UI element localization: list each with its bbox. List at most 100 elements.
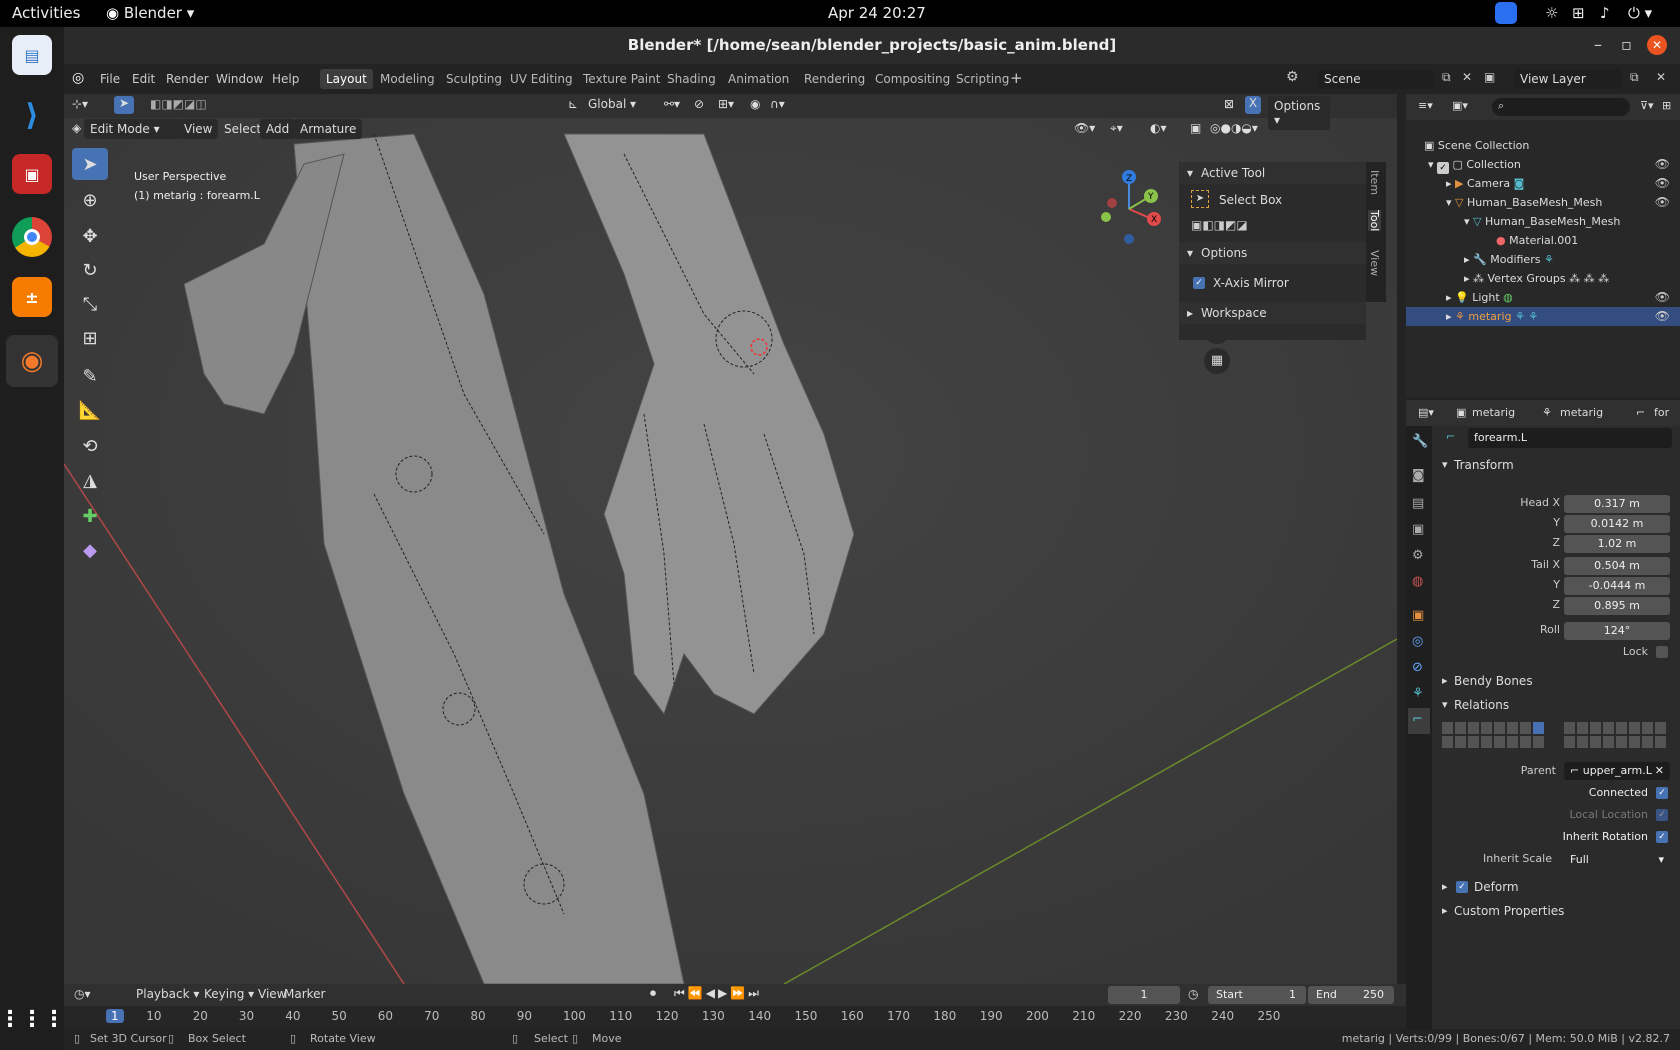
cursor-tool[interactable]: ⊕ [72,184,108,216]
ortho-grid-icon[interactable]: ▦ [1204,348,1230,374]
vscode-app-icon[interactable]: ⟩ [12,95,52,135]
app-menu[interactable]: ◉ Blender ▾ [106,4,194,22]
eye-icon[interactable]: 👁 [1655,174,1670,193]
tail-x-field[interactable]: 0.504 m [1564,557,1670,575]
bone-layers-grid[interactable] [1442,722,1678,752]
menu-help[interactable]: Help [272,72,299,86]
deform-panel-header[interactable]: ▸ ✓ Deform [1434,876,1680,898]
tab-animation[interactable]: Animation [722,69,795,89]
tab-uv-editing[interactable]: UV Editing [504,69,579,89]
inherit-scale-dropdown[interactable]: Full ▾ [1564,851,1670,869]
files-app-icon[interactable]: ▤ [12,35,52,75]
orientation-dropdown[interactable]: Global [588,97,626,111]
head-y-field[interactable]: 0.0142 m [1564,515,1670,533]
outliner-row-metarig[interactable]: ▸ ⚘ metarig ⚘ ⚘ 👁 [1406,307,1680,326]
brightness-icon[interactable]: ☼ [1545,4,1558,22]
snap-target-icon[interactable]: ⊞▾ [718,97,734,111]
menu-window[interactable]: Window [216,72,263,86]
power-icon[interactable]: ⏻ ▾ [1628,4,1652,22]
armature-data-tab-icon[interactable]: ⚘ [1412,686,1424,701]
outliner-row-light[interactable]: ▸ 💡 Light ◍ 👁 [1406,288,1680,307]
video-call-icon[interactable] [1495,2,1517,24]
scene-copy-icon[interactable]: ⧉ [1442,70,1451,85]
current-frame-field[interactable]: 1 [1108,986,1180,1004]
outliner-row-modifiers[interactable]: ▸ 🔧 Modifiers ⚘ [1406,250,1680,269]
blender-app-icon[interactable]: ◉ [6,335,58,387]
eye-icon[interactable]: 👁 [1655,307,1670,326]
new-collection-icon[interactable]: ⊞ [1662,99,1671,112]
editor-type-icon[interactable]: ≡▾ [1418,99,1433,112]
roll-tool[interactable]: ⟲ [72,430,108,462]
scene-selector[interactable]: Scene [1318,69,1434,89]
select-box-icon[interactable]: ➤ [1191,190,1209,208]
tab-compositing[interactable]: Compositing [869,69,956,89]
annotate-tool[interactable]: ✎ [72,360,108,392]
view-layer-icon[interactable]: ▣ [1484,70,1495,84]
bone-tab-icon[interactable]: ⌐ [1408,708,1430,734]
tab-tool[interactable]: Tool [1368,210,1381,232]
keying-menu[interactable]: Keying ▾ [204,987,254,1001]
clear-icon[interactable]: ✕ [1655,762,1664,780]
measure-tool[interactable]: 📐 [72,394,108,426]
filter-icon[interactable]: ⊽▾ [1640,99,1654,112]
menu-render[interactable]: Render [166,72,209,86]
editor-type-icon[interactable]: ▤▾ [1418,406,1434,419]
calculator-app-icon[interactable]: ± [12,277,52,317]
marker-menu[interactable]: Marker [284,987,325,1001]
scale-tool[interactable]: ⤡ [72,288,108,320]
visibility-icon[interactable]: 👁▾ [1074,121,1095,135]
outliner-row-vertex-groups[interactable]: ▸ ⁂ Vertex Groups ⁂ ⁂ ⁂ [1406,269,1680,288]
playback-controls[interactable]: ⏮⏪◀▶⏩⏭ [674,986,762,1001]
lock-checkbox[interactable] [1656,646,1668,658]
collection-checkbox[interactable]: ✓ [1437,162,1450,174]
shading-modes-icons[interactable]: ◎●◑◒▾ [1210,121,1258,135]
view-layer-close-icon[interactable]: ✕ [1656,70,1666,84]
x-axis-mirror-checkbox[interactable]: ✓ [1193,277,1205,289]
relations-panel-header[interactable]: ▾ Relations [1434,694,1680,716]
world-tab-icon[interactable]: ◍ [1412,574,1423,589]
xray-icon[interactable]: ⊠ [1224,97,1234,111]
rotate-tool[interactable]: ↻ [72,254,108,286]
bone-size-tool[interactable]: ◮ [72,464,108,496]
tab-scripting[interactable]: Scripting [950,69,1015,89]
navigation-gizmo[interactable]: Z X Y [1094,169,1164,249]
proportional-edit-icon[interactable]: ◉ [750,97,760,111]
pivot-icon[interactable]: ⚯▾ [664,97,680,111]
activities-button[interactable]: Activities [12,4,80,22]
view-layer-copy-icon[interactable]: ⧉ [1630,70,1639,85]
head-z-field[interactable]: 1.02 m [1564,535,1670,553]
scene-close-icon[interactable]: ✕ [1462,70,1472,84]
tail-y-field[interactable]: -0.0444 m [1564,577,1670,595]
object-tab-icon[interactable]: ▣ [1412,608,1424,623]
options-header[interactable]: ▾ Options [1179,242,1366,264]
deform-checkbox[interactable]: ✓ [1456,881,1468,893]
view-layer-selector[interactable]: View Layer [1514,69,1622,89]
tool-tab-icon[interactable]: 🔧 [1412,434,1428,449]
eye-icon[interactable]: 👁 [1655,288,1670,307]
overlay-icon[interactable]: ◐▾ [1150,121,1167,135]
outliner-row-material[interactable]: ● Material.001 [1406,231,1680,250]
bone-envelope-tool[interactable]: ◆ [72,534,108,566]
falloff-icon[interactable]: ∩▾ [770,97,785,111]
extrude-tool[interactable]: ✚ [72,500,108,532]
clock-icon[interactable]: ◷ [1188,987,1198,1001]
add-workspace-icon[interactable]: + [1010,69,1023,87]
start-frame-field[interactable]: Start 1 [1208,986,1306,1004]
outliner-row-camera[interactable]: ▸ ▶ Camera ◙ 👁 [1406,174,1680,193]
mode-dropdown[interactable]: Edit Mode ▾ [84,119,180,139]
outliner-row-human-mesh[interactable]: ▾ ▽ Human_BaseMesh_Mesh 👁 [1406,193,1680,212]
xray-toggle-icon[interactable]: ▣ [1190,121,1201,135]
minimize-button[interactable]: – [1594,35,1602,54]
scene-icon[interactable]: ⚙ [1286,69,1299,85]
menu-edit[interactable]: Edit [132,72,155,86]
record-icon[interactable]: ⏺ [650,986,656,1001]
scene-tab-icon[interactable]: ⚙ [1412,548,1424,563]
tab-shading[interactable]: Shading [661,69,722,89]
tab-rendering[interactable]: Rendering [798,69,871,89]
viewport-menu-armature[interactable]: Armature [294,119,363,139]
maximize-button[interactable]: ▫ [1621,35,1632,54]
clock[interactable]: Apr 24 20:27 [828,4,926,22]
modifier-tab-icon[interactable]: ◎ [1412,634,1423,649]
outliner-search-input[interactable]: ⌕ [1492,98,1630,116]
viewport-menu-view[interactable]: View [178,119,219,139]
